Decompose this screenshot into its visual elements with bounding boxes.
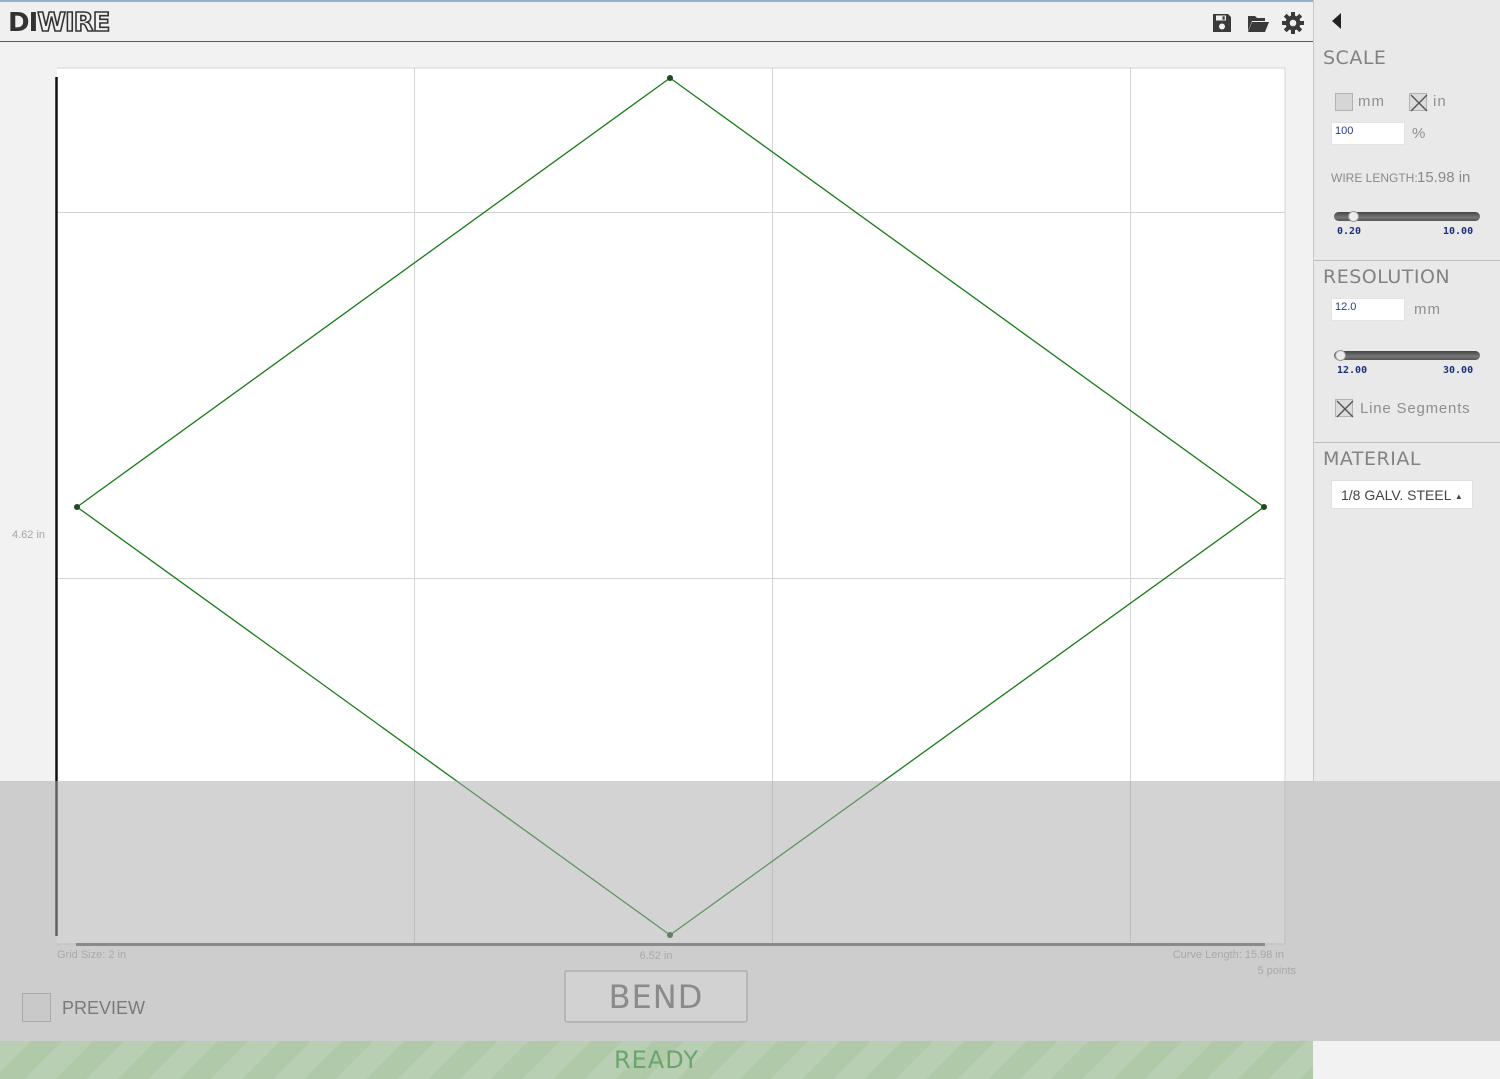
in-label: in bbox=[1433, 93, 1447, 110]
resolution-section: RESOLUTION 12.0 mm 12.00 30.00 Line Segm… bbox=[1314, 261, 1500, 443]
percent-unit: % bbox=[1412, 125, 1427, 142]
line-segments-label: Line Segments bbox=[1360, 400, 1471, 417]
grid-size-label: Grid Size: 2 in bbox=[57, 949, 127, 961]
resolution-slider-max: 30.00 bbox=[1443, 365, 1474, 376]
points-count-label: 5 points bbox=[1257, 965, 1296, 977]
preview-checkbox[interactable] bbox=[22, 993, 51, 1022]
caret-up-icon: ▲ bbox=[1454, 491, 1463, 501]
status-bar: READY bbox=[0, 1041, 1313, 1079]
caret-left-icon[interactable] bbox=[1329, 10, 1345, 32]
diwire-logo: DIWIRE bbox=[8, 7, 111, 39]
check-x-icon bbox=[1336, 400, 1354, 418]
logo-outline-text: WIRE bbox=[36, 7, 111, 39]
bend-button[interactable]: BEND bbox=[564, 970, 748, 1023]
save-icon[interactable] bbox=[1210, 11, 1234, 35]
wire-point bbox=[667, 75, 673, 81]
height-label: 4.62 in bbox=[12, 529, 46, 541]
line-segments-checkbox[interactable] bbox=[1335, 399, 1354, 418]
resolution-unit: mm bbox=[1414, 301, 1441, 318]
scale-slider-max: 10.00 bbox=[1443, 226, 1474, 237]
scale-slider-min: 0.20 bbox=[1337, 226, 1362, 237]
wire-point bbox=[74, 504, 80, 510]
settings-panel: SCALE mm in 100 % WIRE LENGTH: 15.98 in … bbox=[1313, 0, 1500, 781]
mm-checkbox[interactable] bbox=[1335, 93, 1353, 111]
status-text: READY bbox=[613, 1046, 700, 1074]
resolution-slider[interactable] bbox=[1334, 350, 1480, 361]
wire-point bbox=[1261, 504, 1267, 510]
in-checkbox[interactable] bbox=[1409, 93, 1428, 112]
material-title: MATERIAL bbox=[1323, 448, 1421, 470]
material-select[interactable]: 1/8 GALV. STEEL ▲ bbox=[1331, 480, 1473, 509]
curve-length-label: Curve Length: 15.98 in bbox=[1172, 949, 1284, 961]
logo-solid-text: DI bbox=[8, 8, 38, 38]
width-label: 6.52 in bbox=[639, 950, 673, 962]
wire-point bbox=[667, 932, 673, 938]
resolution-input[interactable]: 12.0 bbox=[1331, 298, 1405, 321]
resolution-slider-thumb[interactable] bbox=[1335, 350, 1346, 361]
gear-icon[interactable] bbox=[1281, 11, 1305, 35]
folder-open-icon[interactable] bbox=[1246, 11, 1270, 35]
scale-slider-thumb[interactable] bbox=[1348, 211, 1360, 222]
resolution-slider-min: 12.00 bbox=[1337, 365, 1368, 376]
top-toolbar: DIWIRE bbox=[0, 0, 1313, 42]
scale-title: SCALE bbox=[1323, 47, 1387, 69]
check-x-icon bbox=[1410, 94, 1428, 112]
plot-area bbox=[57, 68, 1285, 944]
wire-length-value: 15.98 in bbox=[1417, 169, 1471, 186]
drawing-canvas[interactable]: 4.62 in Grid Size: 2 in 6.52 in Curve Le… bbox=[0, 42, 1313, 1042]
wire-length-label: WIRE LENGTH: bbox=[1331, 171, 1418, 185]
scale-slider[interactable] bbox=[1334, 211, 1480, 222]
mm-label: mm bbox=[1358, 93, 1385, 110]
wire-plot[interactable] bbox=[0, 42, 1313, 1042]
material-selected-value: 1/8 GALV. STEEL bbox=[1341, 487, 1451, 503]
resolution-title: RESOLUTION bbox=[1323, 266, 1451, 288]
scale-section: SCALE mm in 100 % WIRE LENGTH: 15.98 in … bbox=[1314, 42, 1500, 261]
preview-label: PREVIEW bbox=[62, 998, 146, 1018]
scale-percent-input[interactable]: 100 bbox=[1331, 122, 1405, 145]
